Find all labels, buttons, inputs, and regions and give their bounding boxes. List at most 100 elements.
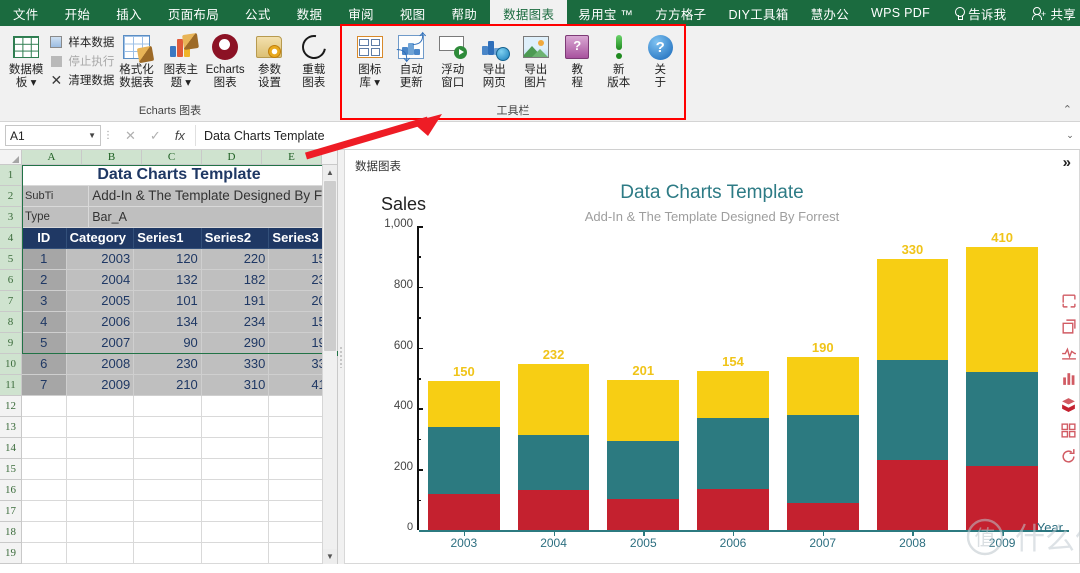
column-header-C[interactable]: C — [142, 150, 202, 164]
stack-icon[interactable] — [1060, 396, 1077, 413]
row-header-1[interactable]: 1 — [0, 165, 21, 186]
table-row[interactable]: Type Bar_A — [22, 207, 337, 228]
table-row[interactable]: Data Charts Template — [22, 165, 337, 186]
tab-慧办公[interactable]: 慧办公 — [800, 0, 860, 26]
cell[interactable]: 2009 — [66, 375, 135, 396]
tab-公式[interactable]: 公式 — [232, 0, 284, 26]
formula-input[interactable]: Data Charts Template — [194, 125, 1060, 146]
table-row[interactable] — [22, 501, 338, 522]
tab-文件[interactable]: 文件 — [0, 0, 52, 26]
new-version-button[interactable]: 新 版本 — [598, 29, 640, 90]
cell[interactable] — [201, 543, 270, 564]
export-image-button[interactable]: 导出 图片 — [515, 29, 557, 90]
cell[interactable]: 120 — [134, 249, 202, 270]
row-header-17[interactable]: 17 — [0, 501, 21, 522]
cell[interactable]: 182 — [201, 270, 270, 291]
cell[interactable] — [201, 459, 270, 480]
table-row[interactable]: SubTi Add-In & The Template Designed By F… — [22, 186, 337, 207]
tab-data-charts[interactable]: 数据图表 — [490, 0, 568, 26]
table-row[interactable] — [22, 543, 338, 564]
insert-function-icon[interactable]: fx — [175, 128, 185, 143]
row-header-13[interactable]: 13 — [0, 417, 21, 438]
bar-switch-icon[interactable] — [1060, 370, 1077, 387]
cell[interactable] — [22, 438, 67, 459]
tab-易用宝 ™[interactable]: 易用宝 ™ — [567, 0, 644, 26]
cell[interactable] — [66, 522, 135, 543]
cell[interactable]: 230 — [134, 354, 202, 375]
bar-2004[interactable]: 232 — [517, 347, 590, 530]
bar-2008[interactable]: 330 — [876, 242, 949, 530]
column-title-Series2[interactable]: Series2 — [201, 228, 270, 249]
row-header-2[interactable]: 2 — [0, 186, 21, 207]
cell[interactable]: Add-In & The Template Designed By Fo — [89, 186, 337, 207]
row-header-19[interactable]: 19 — [0, 543, 21, 564]
cell[interactable]: 134 — [134, 312, 202, 333]
cell[interactable] — [134, 459, 202, 480]
confirm-formula-icon[interactable]: ✓ — [150, 128, 161, 144]
name-box[interactable]: A1 ▼ — [5, 125, 101, 146]
cell[interactable]: 2008 — [66, 354, 135, 375]
cell[interactable]: 101 — [134, 291, 202, 312]
floating-window-button[interactable]: 浮动 窗口 — [432, 29, 474, 90]
tab-数据[interactable]: 数据 — [284, 0, 336, 26]
sample-data-button[interactable]: 样本数据 — [48, 34, 114, 50]
row-header-11[interactable]: 11 — [0, 375, 21, 396]
cell[interactable] — [22, 522, 67, 543]
chart-toolbox[interactable] — [1060, 292, 1077, 465]
cell[interactable] — [66, 438, 135, 459]
cell[interactable] — [134, 480, 202, 501]
cell[interactable] — [134, 438, 202, 459]
cell[interactable]: 2005 — [66, 291, 135, 312]
stop-execution-button[interactable]: 停止执行 — [48, 53, 114, 69]
tab-tell-me[interactable]: 告诉我 — [941, 0, 1019, 26]
cell[interactable] — [201, 438, 270, 459]
tab-DIY工具箱[interactable]: DIY工具箱 — [717, 0, 799, 26]
table-row[interactable] — [22, 417, 338, 438]
table-row[interactable]: 62008230330330 — [22, 354, 338, 375]
tab-插入[interactable]: 插入 — [103, 0, 155, 26]
cell[interactable]: 2003 — [66, 249, 135, 270]
share-button[interactable]: + 共享 — [1019, 0, 1080, 26]
clear-data-button[interactable]: ✕ 清理数据 — [48, 72, 114, 88]
scroll-up-icon[interactable]: ▲ — [323, 165, 337, 180]
echarts-chart-button[interactable]: Echarts 图表 — [203, 29, 247, 90]
mark-line-icon[interactable] — [1060, 344, 1077, 361]
cell[interactable]: SubTi — [22, 186, 90, 207]
table-row[interactable] — [22, 396, 338, 417]
cell[interactable]: 1 — [22, 249, 67, 270]
auto-update-button[interactable]: ⤴ ⤵ 自动 更新 — [391, 29, 433, 90]
sheet-title-cell[interactable]: Data Charts Template — [22, 165, 337, 186]
cell[interactable]: 2004 — [66, 270, 135, 291]
cell-area[interactable]: Data Charts Template SubTi Add-In & The Te… — [22, 165, 339, 564]
tab-页面布局[interactable]: 页面布局 — [155, 0, 232, 26]
bar-2007[interactable]: 190 — [786, 340, 859, 530]
mark-polygon-icon[interactable] — [1060, 318, 1077, 335]
row-header-16[interactable]: 16 — [0, 480, 21, 501]
cell[interactable]: 90 — [134, 333, 202, 354]
cell[interactable] — [134, 396, 202, 417]
cell[interactable] — [201, 480, 270, 501]
cell[interactable] — [201, 417, 270, 438]
cell[interactable] — [66, 543, 135, 564]
cell[interactable]: 191 — [201, 291, 270, 312]
cell[interactable]: Type — [22, 207, 90, 228]
cell[interactable] — [22, 417, 67, 438]
cell[interactable] — [22, 480, 67, 501]
formula-bar-handle[interactable]: ⋮ — [101, 130, 115, 141]
row-header-7[interactable]: 7 — [0, 291, 21, 312]
tab-视图[interactable]: 视图 — [387, 0, 439, 26]
tab-方方格子[interactable]: 方方格子 — [644, 0, 717, 26]
row-header-15[interactable]: 15 — [0, 459, 21, 480]
tab-开始[interactable]: 开始 — [52, 0, 104, 26]
row-header-14[interactable]: 14 — [0, 438, 21, 459]
table-row[interactable] — [22, 459, 338, 480]
tab-审阅[interactable]: 审阅 — [335, 0, 387, 26]
cell[interactable] — [22, 459, 67, 480]
cell[interactable] — [66, 501, 135, 522]
cell[interactable]: Bar_A — [89, 207, 337, 228]
row-header-8[interactable]: 8 — [0, 312, 21, 333]
ribbon-collapse-button[interactable]: ⌃ — [1063, 103, 1072, 116]
cell[interactable]: 290 — [201, 333, 270, 354]
table-row[interactable]: 42006134234154 — [22, 312, 338, 333]
restore-icon[interactable] — [1060, 448, 1077, 465]
